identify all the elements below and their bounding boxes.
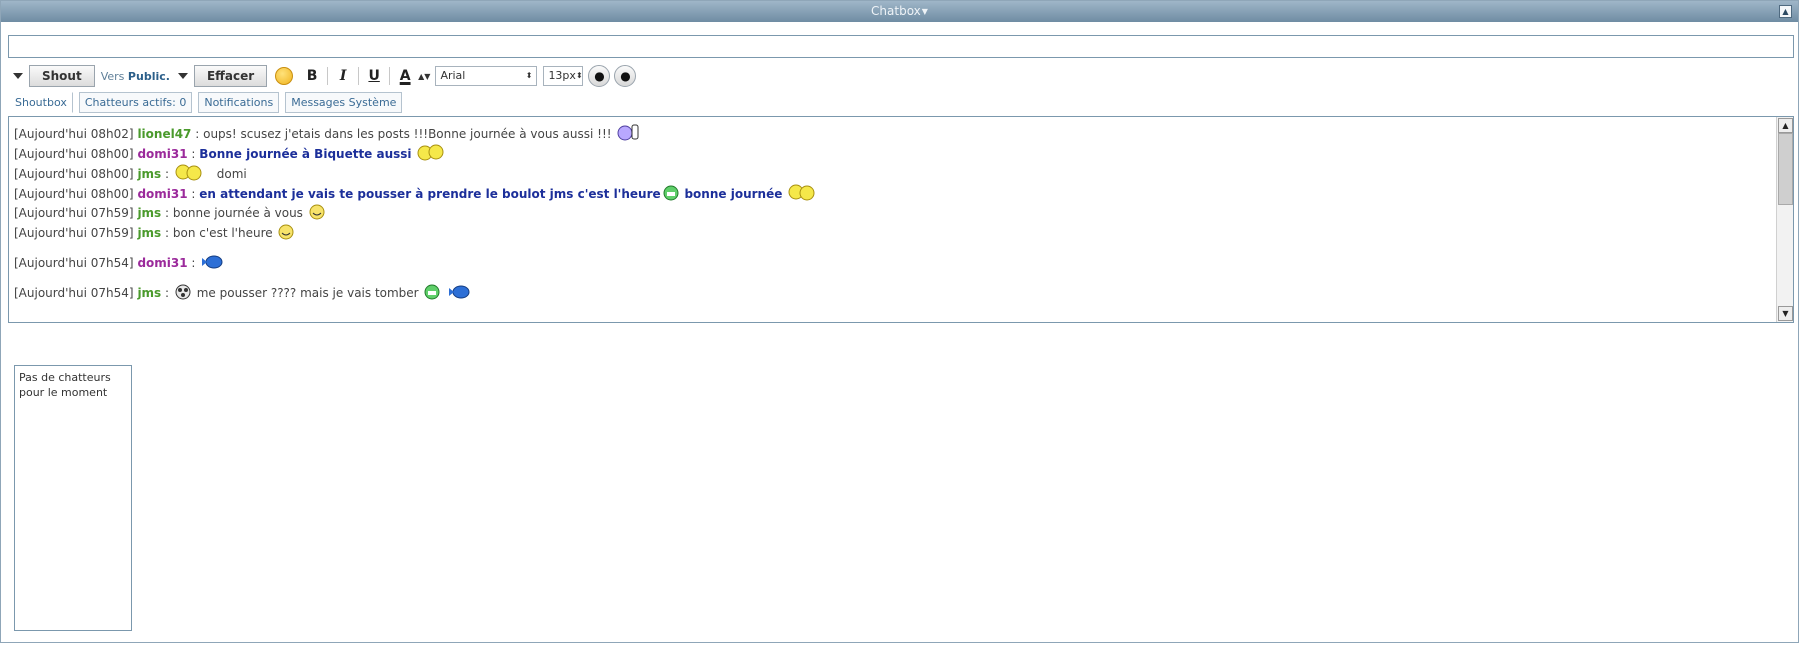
list-item: [Aujourd'hui 07h54] jms : me pousser ???… (14, 283, 1773, 303)
username[interactable]: jms (137, 206, 161, 220)
thumbs-up-smiley-icon (617, 124, 639, 141)
tab-bar: Shoutbox Chatteurs actifs: 0 Notificatio… (9, 92, 408, 113)
separator-colon: : (165, 167, 170, 181)
timestamp: [Aujourd'hui 07h59] (14, 226, 134, 240)
username[interactable]: lionel47 (137, 127, 191, 141)
message-text: Bonne journée à Biquette aussi (199, 147, 412, 161)
message-list: [Aujourd'hui 08h02] lionel47 : oups! scu… (14, 123, 1773, 303)
grin-smiley-icon (663, 185, 679, 201)
message-text: bonne journée à vous (172, 206, 303, 220)
vers-target: Public. (127, 69, 170, 83)
toolbar: Shout Vers Public. Effacer B I U A ▲▼ Ar… (9, 64, 638, 88)
scroll-down-icon[interactable]: ▼ (1778, 306, 1793, 321)
timestamp: [Aujourd'hui 08h00] (14, 147, 134, 161)
bold-icon[interactable]: B (302, 66, 322, 86)
separator-colon: : (165, 206, 170, 220)
message-scrollbar[interactable]: ▲ ▼ (1776, 117, 1793, 322)
timestamp: [Aujourd'hui 07h54] (14, 286, 134, 300)
smile-icon (278, 224, 294, 240)
select-arrows-icon: ⬍ (525, 71, 533, 80)
scroll-thumb[interactable] (1778, 133, 1793, 205)
titlebar: Chatbox▼ ▲ (1, 1, 1798, 22)
username[interactable]: jms (137, 167, 161, 181)
window-title: Chatbox (871, 4, 921, 18)
list-item: [Aujourd'hui 08h00] domi31 : Bonne journ… (14, 143, 1773, 163)
add-user-icon[interactable]: ● (614, 65, 637, 87)
whale-icon (202, 255, 223, 269)
username[interactable]: domi31 (137, 187, 187, 201)
tab-messages-systeme[interactable]: Messages Système (285, 92, 403, 113)
tab-shoutbox[interactable]: Shoutbox (9, 92, 73, 113)
scroll-up-icon[interactable]: ▲ (1778, 118, 1793, 133)
chatbox-window: Chatbox▼ ▲ Shout Vers Public. Effacer B … (0, 0, 1799, 643)
message-text: bon c'est l'heure (172, 226, 273, 240)
title-dropdown-icon[interactable]: ▼ (922, 7, 928, 16)
list-item: [Aujourd'hui 07h59] jms : bonne journée … (14, 203, 1773, 223)
separator (327, 67, 329, 85)
font-size-select[interactable]: 13px ⬍ (543, 66, 584, 86)
font-family-value: Arial (440, 69, 466, 82)
separator-colon: : (165, 226, 170, 240)
shocked-smiley-icon (175, 284, 191, 300)
kiss-smiley-icon (417, 144, 444, 161)
shout-button[interactable]: Shout (29, 65, 95, 87)
users-panel: Pas de chatteurs pour le moment (14, 365, 132, 631)
list-item: [Aujourd'hui 07h59] jms : bon c'est l'he… (14, 223, 1773, 243)
separator-colon: : (191, 147, 196, 161)
message-area: [Aujourd'hui 08h02] lionel47 : oups! scu… (8, 116, 1794, 323)
list-item: [Aujourd'hui 07h54] domi31 : (14, 253, 1773, 273)
list-item: [Aujourd'hui 08h00] jms : domi (14, 163, 1773, 183)
whale-icon (449, 285, 470, 299)
separator-colon: : (165, 286, 170, 300)
vers-selector[interactable]: Vers Public. (101, 70, 170, 83)
effacer-button[interactable]: Effacer (193, 65, 268, 87)
underline-icon[interactable]: U (364, 66, 384, 86)
font-size-value: 13px (548, 69, 576, 82)
kiss-smiley-icon (788, 184, 815, 201)
kiss-smiley-icon (175, 164, 202, 181)
timestamp: [Aujourd'hui 08h00] (14, 167, 134, 181)
message-text-continued: bonne journée (684, 187, 783, 201)
tab-notifications[interactable]: Notifications (198, 92, 280, 113)
message-text: en attendant je vais te pousser à prendr… (199, 187, 661, 201)
separator (358, 67, 360, 85)
separator-colon: : (195, 127, 200, 141)
smiley-picker-icon[interactable] (275, 67, 294, 85)
username[interactable]: jms (137, 286, 161, 300)
font-color-icon[interactable]: A (395, 66, 415, 86)
timestamp: [Aujourd'hui 08h00] (14, 187, 134, 201)
select-arrows-icon: ⬍ (575, 71, 583, 80)
italic-icon[interactable]: I (333, 66, 353, 86)
font-family-select[interactable]: Arial ⬍ (435, 66, 538, 86)
collapse-icon[interactable]: ▲ (1779, 5, 1792, 18)
username[interactable]: jms (137, 226, 161, 240)
timestamp: [Aujourd'hui 08h02] (14, 127, 134, 141)
smile-icon (309, 204, 325, 220)
separator (389, 67, 391, 85)
list-item: [Aujourd'hui 08h02] lionel47 : oups! scu… (14, 123, 1773, 143)
message-text: me pousser ???? mais je vais tomber (196, 286, 419, 300)
list-item: [Aujourd'hui 08h00] domi31 : en attendan… (14, 183, 1773, 203)
separator-colon: : (191, 256, 196, 270)
timestamp: [Aujourd'hui 07h59] (14, 206, 134, 220)
grin-smiley-icon (424, 284, 440, 300)
vers-label: Vers (100, 69, 125, 83)
message-input[interactable] (8, 35, 1794, 58)
message-text: oups! scusez j'etais dans les posts !!!B… (203, 127, 612, 141)
username[interactable]: domi31 (137, 256, 187, 270)
separator-colon: : (191, 187, 196, 201)
color-dropdown-icon[interactable]: ▲▼ (418, 72, 430, 81)
vers-dropdown-icon[interactable] (177, 73, 188, 79)
username[interactable]: domi31 (137, 147, 187, 161)
timestamp: [Aujourd'hui 07h54] (14, 256, 134, 270)
tab-chatteurs-actifs[interactable]: Chatteurs actifs: 0 (78, 92, 193, 113)
message-text: domi (216, 167, 247, 181)
options-dropdown-icon[interactable] (13, 73, 23, 79)
no-users-text: Pas de chatteurs pour le moment (19, 371, 111, 399)
user-icon[interactable]: ● (588, 65, 611, 87)
